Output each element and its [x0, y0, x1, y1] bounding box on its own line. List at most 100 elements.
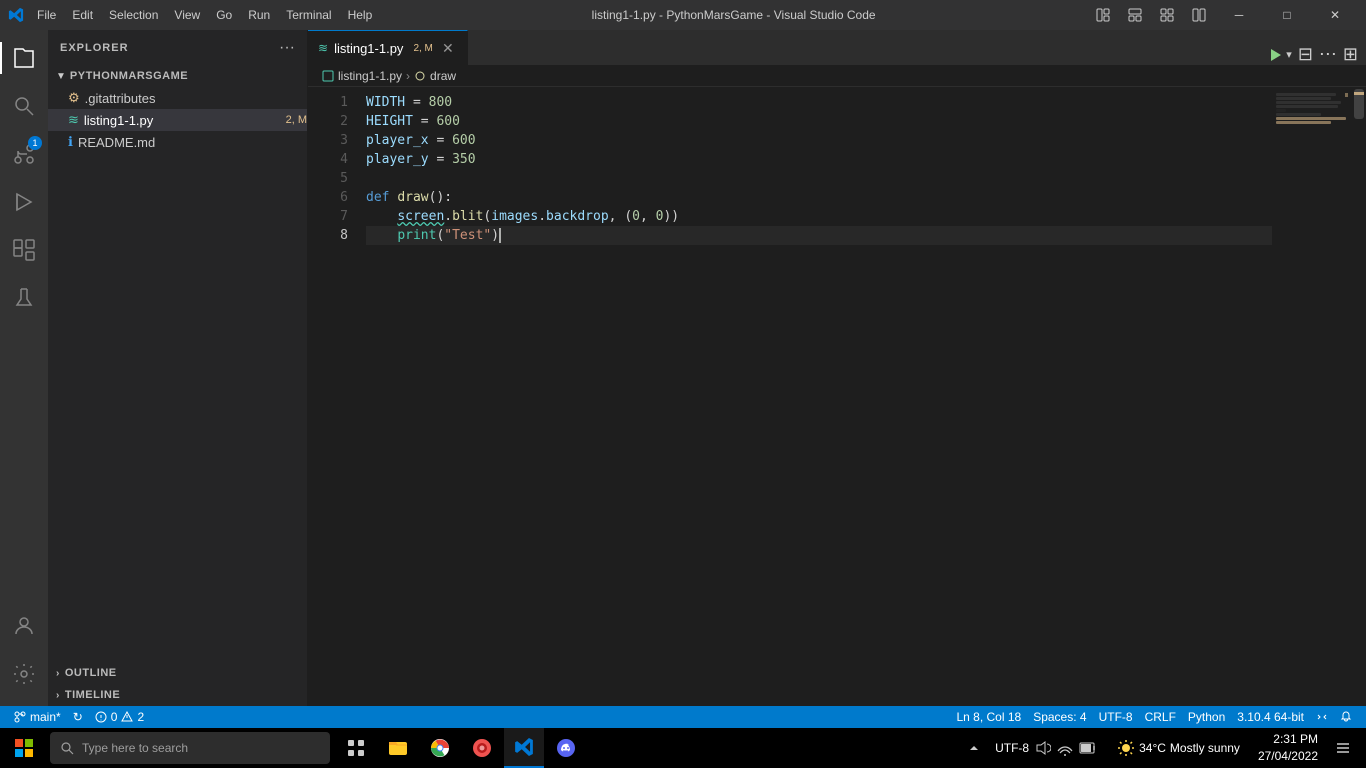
token-player-y-var: player_y: [366, 150, 429, 169]
token-draw-fn: draw: [397, 188, 428, 207]
chromium-app[interactable]: [462, 728, 502, 768]
main-layout: 1 EXPLORER ···: [0, 30, 1366, 706]
outline-label: OUTLINE: [65, 667, 117, 679]
project-root[interactable]: ▼ PYTHONMARSGAME: [48, 65, 307, 87]
minimap-indicator: [1345, 93, 1348, 97]
file-explorer-app[interactable]: [378, 728, 418, 768]
tab-bar: ≋ listing1-1.py 2, M ✕ ▾ ⊟ ⋯ ⊞: [308, 30, 1366, 65]
discord-app[interactable]: [546, 728, 586, 768]
status-python-version[interactable]: 3.10.4 64-bit: [1231, 706, 1310, 728]
line-num-7: 7: [308, 207, 348, 226]
chrome-icon: [430, 738, 450, 758]
line-num-1: 1: [308, 93, 348, 112]
breadcrumb-symbol[interactable]: draw: [430, 69, 456, 83]
code-editor[interactable]: 1 2 3 4 5 6 7 8 WIDTH = 800 HEIGHT: [308, 87, 1366, 706]
line-num-6: 6: [308, 188, 348, 207]
tab-listing1[interactable]: ≋ listing1-1.py 2, M ✕: [308, 30, 468, 65]
mini-line-8: [1276, 121, 1331, 124]
clock-date: 27/04/2022: [1258, 748, 1318, 765]
status-spaces[interactable]: Spaces: 4: [1027, 706, 1092, 728]
menu-view[interactable]: View: [167, 6, 207, 24]
token-player-x-var: player_x: [366, 131, 429, 150]
vscode-app[interactable]: [504, 728, 544, 768]
activity-extensions[interactable]: [0, 226, 48, 274]
battery-icon[interactable]: [1079, 740, 1097, 756]
weather-widget[interactable]: 34°C Mostly sunny: [1109, 739, 1248, 757]
timeline-section[interactable]: › TIMELINE: [48, 684, 307, 706]
close-button[interactable]: ✕: [1312, 0, 1358, 30]
status-position[interactable]: Ln 8, Col 18: [950, 706, 1027, 728]
customize-layout-icon[interactable]: [1184, 0, 1214, 30]
notification-center[interactable]: [1328, 728, 1358, 768]
menu-edit[interactable]: Edit: [65, 6, 100, 24]
activity-account[interactable]: [0, 602, 48, 650]
menu-selection[interactable]: Selection: [102, 6, 165, 24]
file-name-readme: README.md: [78, 135, 155, 150]
activity-settings[interactable]: [0, 650, 48, 698]
status-errors[interactable]: 0 2: [89, 706, 150, 728]
menu-go[interactable]: Go: [209, 6, 239, 24]
activity-search[interactable]: [0, 82, 48, 130]
status-sync[interactable]: ↻: [67, 706, 89, 728]
token-indent-2: [366, 226, 397, 245]
language-indicator[interactable]: UTF-8: [995, 741, 1029, 755]
taskbar-search[interactable]: Type here to search: [50, 732, 330, 764]
layout2-icon[interactable]: [1120, 0, 1150, 30]
layout-icon[interactable]: [1088, 0, 1118, 30]
code-line-6: def draw ():: [366, 188, 1272, 207]
activity-explorer[interactable]: [0, 34, 48, 82]
menu-terminal[interactable]: Terminal: [279, 6, 338, 24]
collapse-arrow: ▼: [56, 71, 66, 82]
token-test-str: "Test": [444, 226, 491, 245]
split-editor-button[interactable]: ⊟: [1298, 44, 1313, 65]
status-encoding[interactable]: UTF-8: [1093, 706, 1139, 728]
outline-section[interactable]: › OUTLINE: [48, 662, 307, 684]
mini-line-5: [1276, 109, 1286, 112]
chrome-app[interactable]: [420, 728, 460, 768]
maximize-button[interactable]: □: [1264, 0, 1310, 30]
toolbar-extra-button[interactable]: ⊞: [1343, 44, 1358, 65]
task-view-icon: [347, 739, 365, 757]
mini-line-3: [1276, 101, 1341, 104]
sidebar-more-actions[interactable]: ···: [279, 39, 295, 57]
volume-icon[interactable]: [1035, 740, 1051, 756]
menu-file[interactable]: File: [30, 6, 63, 24]
code-content[interactable]: WIDTH = 800 HEIGHT = 600 player_x = 600: [358, 87, 1272, 706]
status-language[interactable]: Python: [1182, 706, 1231, 728]
status-remote[interactable]: [1310, 706, 1334, 728]
status-line-ending[interactable]: CRLF: [1139, 706, 1182, 728]
start-button[interactable]: [4, 728, 44, 768]
branch-name: main*: [30, 710, 61, 724]
task-view-button[interactable]: [336, 728, 376, 768]
tab-modified-indicator: 2, M: [413, 43, 432, 54]
file-readme[interactable]: ℹ README.md: [48, 131, 307, 153]
menu-run[interactable]: Run: [241, 6, 277, 24]
breadcrumb: listing1-1.py › draw: [308, 65, 1366, 87]
file-listing1[interactable]: ≋ listing1-1.py 2, M: [48, 109, 307, 131]
warning-icon: [121, 711, 133, 723]
editor-area: ≋ listing1-1.py 2, M ✕ ▾ ⊟ ⋯ ⊞ listing1-…: [308, 30, 1366, 706]
activity-source-control[interactable]: 1: [0, 130, 48, 178]
layout3-icon[interactable]: [1152, 0, 1182, 30]
code-line-2: HEIGHT = 600: [366, 112, 1272, 131]
file-gitattributes[interactable]: ⚙ .gitattributes: [48, 87, 307, 109]
token-indent-1: [366, 207, 397, 226]
taskbar-clock[interactable]: 2:31 PM 27/04/2022: [1252, 731, 1324, 765]
more-actions-button[interactable]: ⋯: [1319, 44, 1337, 65]
activity-run[interactable]: [0, 178, 48, 226]
tab-close-button[interactable]: ✕: [439, 39, 457, 57]
status-branch[interactable]: main*: [8, 706, 67, 728]
network-icon[interactable]: [1057, 740, 1073, 756]
systray-expand[interactable]: [965, 737, 983, 759]
menu-help[interactable]: Help: [341, 6, 380, 24]
timeline-arrow: ›: [56, 690, 60, 701]
run-button[interactable]: ▾: [1268, 47, 1292, 63]
status-notification[interactable]: [1334, 706, 1358, 728]
scroll-indicator[interactable]: [1352, 87, 1366, 706]
code-line-8: print ( "Test" ): [366, 226, 1272, 245]
breadcrumb-file[interactable]: listing1-1.py: [338, 69, 402, 83]
activity-test[interactable]: [0, 274, 48, 322]
taskbar-search-icon: [60, 741, 74, 755]
token-dot-1: .: [444, 207, 452, 226]
minimize-button[interactable]: ─: [1216, 0, 1262, 30]
